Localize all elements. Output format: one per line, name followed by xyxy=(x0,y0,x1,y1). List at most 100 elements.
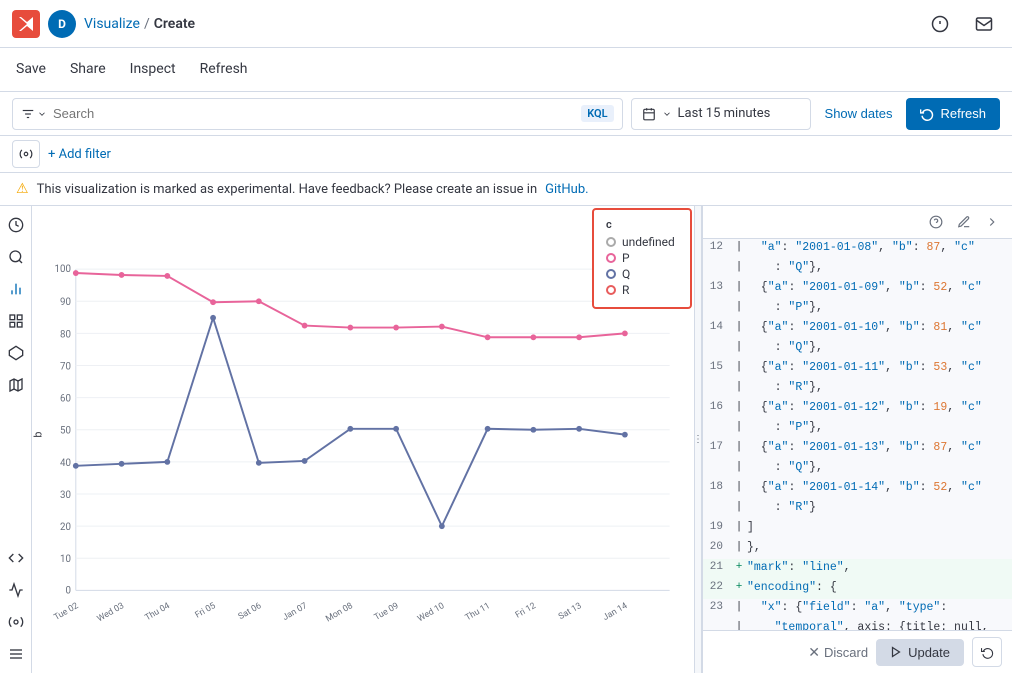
nav-inspect[interactable]: Inspect xyxy=(118,48,188,92)
settings-icon[interactable] xyxy=(3,609,29,635)
code-line: 21 + "mark": "line", xyxy=(703,559,1012,579)
reload-button[interactable] xyxy=(972,637,1002,667)
code-line: | : "P"}, xyxy=(703,419,1012,439)
svg-text:Jan 14: Jan 14 xyxy=(601,601,629,623)
top-bar-actions xyxy=(924,8,1000,40)
play-icon xyxy=(890,646,902,658)
discard-button[interactable]: ✕ Discard xyxy=(808,644,868,661)
code-line: | : "Q"}, xyxy=(703,339,1012,359)
code-line: 20 | }, xyxy=(703,539,1012,559)
legend-item-r: R xyxy=(606,283,678,297)
nav-share[interactable]: Share xyxy=(58,48,118,92)
code-line: | : "R"} xyxy=(703,499,1012,519)
x-icon: ✕ xyxy=(808,644,820,661)
code-line: | : "R"}, xyxy=(703,379,1012,399)
code-line: 12 | "a": "2001-01-08", "b": 87, "c" xyxy=(703,239,1012,259)
svg-text:Jan 07: Jan 07 xyxy=(281,601,309,623)
hamburger-icon[interactable] xyxy=(3,641,29,667)
top-bar: D Visualize / Create xyxy=(0,0,1012,48)
kql-badge[interactable]: KQL xyxy=(581,105,613,122)
code-content[interactable]: 12 | "a": "2001-01-08", "b": 87, "c" | :… xyxy=(703,239,1012,630)
code-line: 23 | "x": {"field": "a", "type": xyxy=(703,599,1012,619)
chart-code-row: 0 10 20 30 40 50 60 70 80 90 100 xyxy=(32,206,1012,673)
refresh-button[interactable]: Refresh xyxy=(906,98,1000,130)
search-nav-icon[interactable] xyxy=(3,244,29,270)
breadcrumb-parent[interactable]: Visualize xyxy=(84,16,140,32)
code-line: | "temporal", axis: {title: null, xyxy=(703,619,1012,630)
svg-text:Mon 08: Mon 08 xyxy=(324,601,355,624)
maps-icon[interactable] xyxy=(3,372,29,398)
code-line: 17 | {"a": "2001-01-13", "b": 87, "c" xyxy=(703,439,1012,459)
nav-refresh[interactable]: Refresh xyxy=(188,48,260,92)
clock-icon[interactable] xyxy=(3,212,29,238)
avatar[interactable]: D xyxy=(48,10,76,38)
monitoring-icon[interactable] xyxy=(3,577,29,603)
svg-text:20: 20 xyxy=(60,522,71,533)
legend-item-p: P xyxy=(606,251,678,265)
code-line: | : "Q"}, xyxy=(703,259,1012,279)
svg-text:Tue 02: Tue 02 xyxy=(52,601,80,623)
pen-icon[interactable] xyxy=(952,210,976,234)
legend-item-undefined: undefined xyxy=(606,235,678,249)
code-toolbar xyxy=(703,206,1012,239)
arrow-right-icon[interactable] xyxy=(980,210,1004,234)
discard-label: Discard xyxy=(824,645,868,660)
secondary-nav: Save Share Inspect Refresh xyxy=(0,48,1012,92)
code-line: 15 | {"a": "2001-01-11", "b": 53, "c" xyxy=(703,359,1012,379)
filter-type-dropdown[interactable] xyxy=(21,100,47,128)
chart-nav-icon[interactable] xyxy=(3,276,29,302)
svg-text:b: b xyxy=(32,432,45,438)
alerts-icon[interactable] xyxy=(924,8,956,40)
code-line: 22 + "encoding": { xyxy=(703,579,1012,599)
code-line: 16 | {"a": "2001-01-12", "b": 19, "c" xyxy=(703,399,1012,419)
panel-divider[interactable]: ⋮ xyxy=(694,206,702,673)
breadcrumb-current: Create xyxy=(154,16,195,32)
svg-text:30: 30 xyxy=(60,490,71,501)
github-link[interactable]: GitHub. xyxy=(545,182,588,197)
dev-tools-icon[interactable] xyxy=(3,545,29,571)
add-filter-button[interactable]: + Add filter xyxy=(48,147,111,162)
update-button[interactable]: Update xyxy=(876,639,964,666)
legend-label-q: Q xyxy=(622,267,630,281)
svg-text:60: 60 xyxy=(60,394,71,405)
svg-text:10: 10 xyxy=(60,554,71,565)
code-line: 14 | {"a": "2001-01-10", "b": 81, "c" xyxy=(703,319,1012,339)
refresh-label: Refresh xyxy=(940,106,986,121)
svg-text:Sat 06: Sat 06 xyxy=(237,601,264,622)
chart-legend: c undefined P Q xyxy=(592,208,692,309)
svg-text:80: 80 xyxy=(60,329,71,340)
filter-row: + Add filter xyxy=(0,136,1012,173)
legend-label-r: R xyxy=(622,283,629,297)
nav-save[interactable]: Save xyxy=(16,48,58,92)
mail-icon[interactable] xyxy=(968,8,1000,40)
svg-text:40: 40 xyxy=(60,458,71,469)
dashboard-icon[interactable] xyxy=(3,308,29,334)
svg-text:50: 50 xyxy=(60,426,71,437)
svg-text:Fri 05: Fri 05 xyxy=(194,601,218,621)
warning-icon: ⚠ xyxy=(16,181,29,197)
svg-text:0: 0 xyxy=(65,585,70,596)
chart-wrapper: 0 10 20 30 40 50 60 70 80 90 100 xyxy=(32,206,694,673)
content-row: 0 10 20 30 40 50 60 70 80 90 100 xyxy=(0,206,1012,673)
refresh-icon xyxy=(920,107,934,121)
app-logo xyxy=(12,10,40,38)
date-range-picker[interactable]: Last 15 minutes xyxy=(631,98,811,130)
svg-text:Fri 12: Fri 12 xyxy=(514,601,538,621)
legend-dot-p xyxy=(606,253,616,263)
legend-dot-q xyxy=(606,269,616,279)
help-icon[interactable] xyxy=(924,210,948,234)
search-input[interactable] xyxy=(53,106,575,121)
code-editor: 12 | "a": "2001-01-08", "b": 87, "c" | :… xyxy=(702,206,1012,673)
filter-options-btn[interactable] xyxy=(12,140,40,168)
chevron-down-icon xyxy=(662,109,672,119)
svg-text:Thu 04: Thu 04 xyxy=(143,601,171,623)
canvas-icon[interactable] xyxy=(3,340,29,366)
show-dates-button[interactable]: Show dates xyxy=(819,106,899,121)
legend-dot-r xyxy=(606,285,616,295)
warning-text: This visualization is marked as experime… xyxy=(37,182,538,197)
code-line: 13 | {"a": "2001-01-09", "b": 52, "c" xyxy=(703,279,1012,299)
svg-text:90: 90 xyxy=(60,297,71,308)
reload-icon xyxy=(981,646,994,659)
code-line: 18 | {"a": "2001-01-14", "b": 52, "c" xyxy=(703,479,1012,499)
calendar-icon xyxy=(642,107,656,121)
